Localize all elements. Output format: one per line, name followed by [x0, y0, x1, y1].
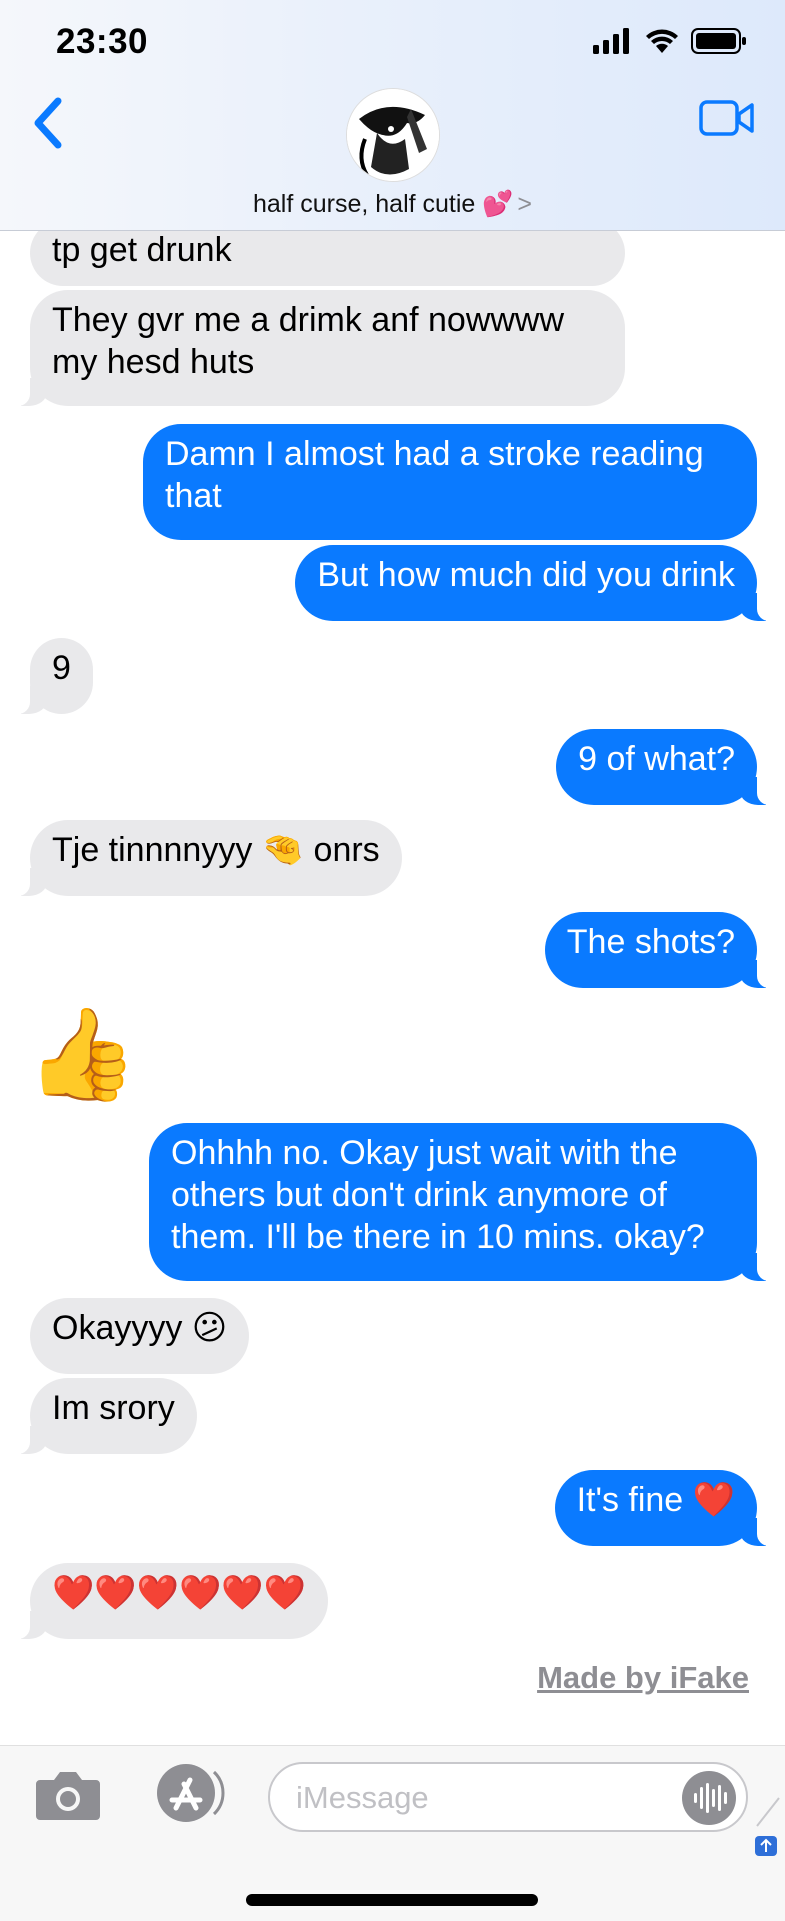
message-outgoing[interactable]: The shots?: [544, 912, 782, 988]
message-outgoing[interactable]: But how much did you drink: [295, 545, 781, 621]
message-text: Okayyyy 😕: [52, 1309, 228, 1347]
message-incoming[interactable]: Tje tinnnnyyy 🤏 onrs: [6, 820, 402, 896]
message-text: Ohhhh no. Okay just wait with the others…: [171, 1134, 705, 1256]
message-outgoing[interactable]: 9 of what?: [556, 729, 781, 805]
signal-icon: [593, 28, 629, 54]
facetime-video-button[interactable]: [699, 98, 755, 143]
message-incoming[interactable]: Im srory: [6, 1378, 197, 1454]
message-outgoing[interactable]: Damn I almost had a stroke reading that: [143, 424, 757, 540]
message-input[interactable]: [294, 1776, 658, 1820]
status-icons: [593, 28, 747, 54]
status-time: 23:30: [56, 22, 149, 61]
message-incoming[interactable]: ❤️❤️❤️❤️❤️❤️: [5, 1563, 329, 1639]
conversation-header: 23:30 half curse, half cutie 💕 >: [0, 0, 785, 231]
message-text: They gvr me a drimk anf nowwww my hesd h…: [52, 301, 565, 381]
message-text: Tje tinnnnyyy 🤏 onrs: [52, 831, 380, 869]
message-text: Im srory: [52, 1389, 175, 1427]
camera-button[interactable]: [34, 1766, 102, 1827]
app-store-icon: [157, 1764, 225, 1822]
audio-waveform-icon: [682, 1771, 736, 1825]
home-indicator[interactable]: [246, 1894, 538, 1906]
contact-name-button[interactable]: half curse, half cutie 💕 >: [0, 190, 785, 219]
keyboard-assist-icon: [751, 1796, 781, 1871]
message-incoming[interactable]: Okayyyy 😕: [30, 1298, 250, 1374]
avatar-image: [347, 89, 439, 181]
contact-avatar[interactable]: [346, 88, 440, 182]
thumbs-up-emoji-message[interactable]: 👍: [26, 1005, 138, 1105]
back-button[interactable]: [28, 95, 68, 156]
message-incoming[interactable]: They gvr me a drimk anf nowwww my hesd h…: [6, 290, 625, 406]
message-text: ❤️❤️❤️❤️❤️❤️: [52, 1574, 307, 1612]
video-camera-icon: [699, 100, 754, 136]
audio-message-button[interactable]: [682, 1771, 736, 1830]
app-store-button[interactable]: [148, 1762, 226, 1829]
message-text: 9: [52, 649, 71, 687]
battery-icon: [691, 28, 746, 54]
message-text: But how much did you drink: [317, 556, 735, 594]
message-text: 9 of what?: [578, 740, 735, 778]
message-incoming[interactable]: 9: [6, 638, 93, 714]
message-text: The shots?: [566, 923, 735, 961]
message-thread[interactable]: tp get drunk They gvr me a drimk anf now…: [0, 180, 785, 1745]
watermark-link[interactable]: Made by iFake: [537, 1660, 749, 1696]
message-text: tp get drunk: [52, 231, 232, 269]
camera-icon: [36, 1772, 100, 1820]
message-text: Damn I almost had a stroke reading that: [165, 435, 704, 515]
wifi-icon: [646, 29, 678, 53]
compose-bar: [0, 1745, 785, 1921]
message-text: It's fine ❤️: [576, 1481, 735, 1519]
message-input-field[interactable]: [268, 1762, 748, 1832]
chevron-right-icon: >: [517, 190, 533, 218]
contact-name: half curse, half cutie 💕: [252, 190, 514, 218]
chevron-left-icon: [34, 97, 62, 149]
message-outgoing[interactable]: Ohhhh no. Okay just wait with the others…: [149, 1123, 781, 1281]
message-outgoing[interactable]: It's fine ❤️: [554, 1470, 782, 1546]
